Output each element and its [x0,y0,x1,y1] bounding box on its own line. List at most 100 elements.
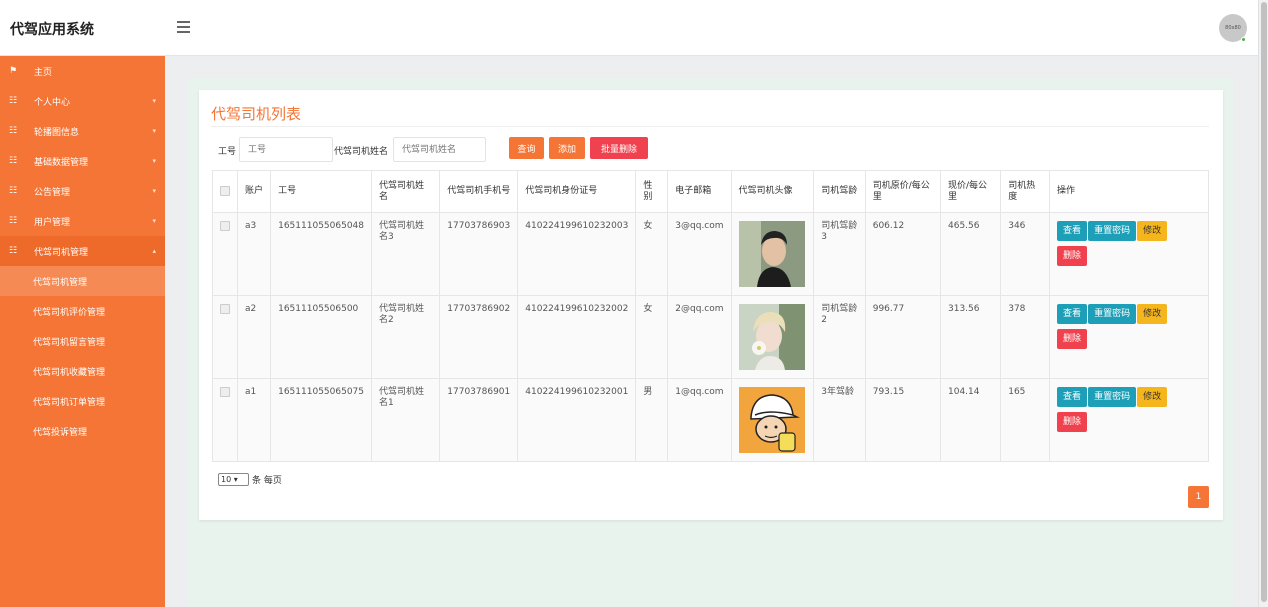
reset-password-button[interactable]: 重置密码 [1088,304,1137,324]
chevron-down-icon: ▾ [152,217,156,225]
sidebar-item-drivers[interactable]: ☷ 代驾司机管理 ▴ [0,236,165,266]
sidebar-item-users[interactable]: ☷ 用户管理 ▾ [0,206,165,236]
id-card-cell: 410224199610232001 [517,378,637,462]
job-no-input[interactable] [239,137,333,162]
row-select-cell[interactable] [212,212,238,296]
driver-name-label: 代驾司机姓名 [334,147,389,157]
sidebar-subitem-driver-manage[interactable]: 代驾司机管理 [0,266,165,296]
page-size-suffix: 条 每页 [252,476,282,486]
flag-icon: ⚑ [9,66,18,76]
email-cell: 2@qq.com [667,295,732,379]
row-select-cell[interactable] [212,295,238,379]
scrollbar-thumb[interactable] [1261,2,1267,602]
sidebar-item-profile[interactable]: ☷ 个人中心 ▾ [0,86,165,116]
top-header: 代驾应用系统 80x80 [0,0,1258,56]
column-header: 司机热度 [1000,170,1051,213]
pagination-current-page[interactable]: 1 [1188,486,1209,508]
chevron-up-icon: ▴ [152,247,156,255]
chevron-down-icon: ▾ [152,127,156,135]
original-price-cell: 606.12 [864,212,942,296]
account-cell: a3 [236,212,272,296]
column-header: 司机驾龄 [813,170,866,213]
select-all-checkbox[interactable] [220,185,230,196]
grid-icon: ☷ [9,126,18,136]
sidebar-subitem-complaints[interactable]: 代驾投诉管理 [0,416,165,446]
avatar-cell [730,295,815,379]
sidebar-item-basic-data[interactable]: ☷ 基础数据管理 ▾ [0,146,165,176]
reset-password-button[interactable]: 重置密码 [1088,221,1137,241]
driver-photo-flower [738,304,805,370]
column-header: 司机原价/每公里 [864,170,942,213]
row-checkbox[interactable] [220,387,230,397]
chevron-down-icon: ▾ [152,97,156,105]
original-price-cell: 996.77 [864,295,942,379]
driver-name-cell: 代驾司机姓名1 [371,378,441,462]
grid-icon: ☷ [9,246,18,256]
sidebar-subitem-driver-message[interactable]: 代驾司机留言管理 [0,326,165,356]
row-select-cell[interactable] [212,378,238,462]
job-no-cell: 165111055065048 [270,212,373,296]
sidebar-item-home[interactable]: ⚑ 主页 [0,56,165,86]
page-scrollbar[interactable] [1258,0,1268,607]
delete-button[interactable]: 删除 [1057,246,1088,266]
page-size-control: 10 ▾ 条 每页 [218,473,282,486]
column-header: 电子邮箱 [667,170,732,213]
query-button[interactable]: 查询 [509,137,544,159]
phone-cell: 17703786902 [439,295,519,379]
sidebar-item-label: 代驾司机管理 [34,247,89,258]
delete-button[interactable]: 删除 [1057,329,1088,349]
table-row: a2 16511105506500 代驾司机姓名2 17703786902 41… [212,295,1209,379]
account-cell: a2 [236,295,272,379]
experience-cell: 3年驾龄 [813,378,866,462]
view-button[interactable]: 查看 [1057,221,1088,241]
sidebar-item-carousel[interactable]: ☷ 轮播图信息 ▾ [0,116,165,146]
batch-delete-button[interactable]: 批量删除 [590,137,648,159]
sidebar-item-notice[interactable]: ☷ 公告管理 ▾ [0,176,165,206]
edit-button[interactable]: 修改 [1137,304,1168,324]
sidebar-item-label: 公告管理 [34,187,71,198]
grid-icon: ☷ [9,156,18,166]
table-row: a3 165111055065048 代驾司机姓名3 17703786903 4… [212,212,1209,296]
sidebar-subitem-driver-review[interactable]: 代驾司机评价管理 [0,296,165,326]
row-checkbox[interactable] [220,221,230,231]
avatar-text: 80x80 [1225,25,1241,31]
phone-cell: 17703786901 [439,378,519,462]
table-row: a1 165111055065075 代驾司机姓名1 17703786901 4… [212,378,1209,462]
edit-button[interactable]: 修改 [1137,221,1168,241]
sidebar-subitem-driver-favorite[interactable]: 代驾司机收藏管理 [0,356,165,386]
menu-toggle-icon[interactable] [177,21,190,33]
table-header-row: 账户 工号 代驾司机姓名 代驾司机手机号 代驾司机身份证号 性别 电子邮箱 代驾… [212,170,1209,213]
page-size-select[interactable]: 10 ▾ [218,473,249,486]
chevron-down-icon: ▾ [152,157,156,165]
heat-cell: 346 [1000,212,1051,296]
gender-cell: 女 [635,212,669,296]
row-checkbox[interactable] [220,304,230,314]
original-price-cell: 793.15 [864,378,942,462]
driver-photo-man [738,221,805,287]
view-button[interactable]: 查看 [1057,304,1088,324]
column-header: 代驾司机身份证号 [517,170,637,213]
actions-cell: 查看 重置密码 修改 删除 [1049,378,1209,462]
id-card-cell: 410224199610232003 [517,212,637,296]
sidebar-item-label: 基础数据管理 [34,157,89,168]
grid-icon: ☷ [9,96,18,106]
page-title: 代驾司机列表 [211,105,302,123]
driver-list-card: 代驾司机列表 工号 代驾司机姓名 查询 添加 批量删除 账户 工号 代驾司机姓名… [199,90,1223,520]
experience-cell: 司机驾龄2 [813,295,866,379]
heat-cell: 165 [1000,378,1051,462]
column-header: 代驾司机手机号 [439,170,519,213]
driver-name-cell: 代驾司机姓名2 [371,295,441,379]
grid-icon: ☷ [9,216,18,226]
sidebar-subitem-driver-orders[interactable]: 代驾司机订单管理 [0,386,165,416]
column-header: 性别 [635,170,669,213]
reset-password-button[interactable]: 重置密码 [1088,387,1137,407]
view-button[interactable]: 查看 [1057,387,1088,407]
driver-name-input[interactable] [393,137,486,162]
avatar-cell [730,378,815,462]
header-select-all[interactable] [212,170,238,213]
add-button[interactable]: 添加 [549,137,585,159]
edit-button[interactable]: 修改 [1137,387,1168,407]
delete-button[interactable]: 删除 [1057,412,1088,432]
column-header: 代驾司机头像 [730,170,815,213]
price-cell: 465.56 [939,212,1002,296]
